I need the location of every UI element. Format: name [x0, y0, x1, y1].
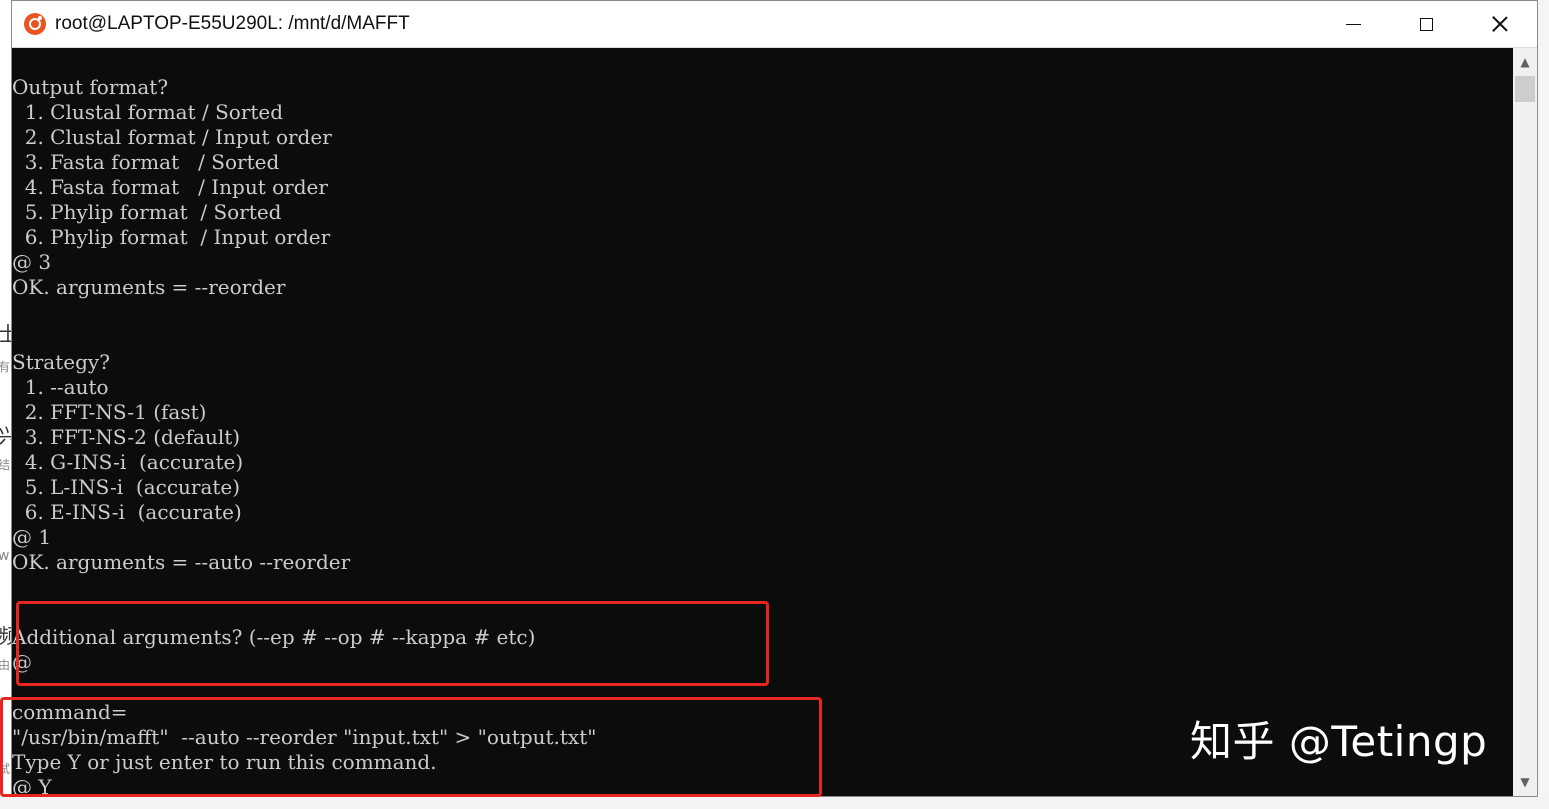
terminal-line: 2. Clustal format / Input order — [12, 125, 332, 149]
scrollbar-thumb[interactable] — [1515, 76, 1535, 102]
terminal-line: 3. FFT-NS-2 (default) — [12, 425, 241, 449]
minimize-button[interactable] — [1317, 1, 1390, 47]
background-left-strip: 士 有 兴 结 w 频 由 试 — [0, 0, 18, 809]
zhihu-watermark: 知乎 @Tetingp — [1190, 717, 1488, 766]
highlight-box-additional-arguments — [16, 601, 769, 686]
terminal-line: 5. Phylip format / Sorted — [12, 200, 282, 224]
scroll-down-arrow-icon[interactable]: ▼ — [1513, 770, 1537, 794]
terminal-line: 4. G-INS-i (accurate) — [12, 450, 244, 474]
maximize-button[interactable] — [1390, 1, 1463, 47]
background-bottom-strip — [0, 797, 1549, 809]
terminal-line: OK. arguments = --reorder — [12, 275, 286, 299]
highlight-box-command — [0, 697, 822, 797]
title-bar[interactable]: root@LAPTOP-E55U290L: /mnt/d/MAFFT — [12, 1, 1537, 48]
maximize-icon — [1420, 17, 1433, 31]
terminal-line: @ 1 — [12, 525, 52, 549]
terminal-line: 2. FFT-NS-1 (fast) — [12, 400, 207, 424]
terminal-line: 6. E-INS-i (accurate) — [12, 500, 242, 524]
terminal-line: 5. L-INS-i (accurate) — [12, 475, 241, 499]
close-icon — [1492, 16, 1508, 32]
background-glyph: 有 — [0, 360, 11, 374]
terminal-line: 6. Phylip format / Input order — [12, 225, 331, 249]
vertical-scrollbar[interactable]: ▲ ▼ — [1513, 48, 1537, 796]
minimize-icon — [1346, 23, 1361, 25]
terminal-line: OK. arguments = --auto --reorder — [12, 550, 351, 574]
terminal-line: Output format? — [12, 75, 169, 99]
terminal-line: Strategy? — [12, 350, 110, 374]
terminal-line: 3. Fasta format / Sorted — [12, 150, 280, 174]
background-right-strip — [1538, 0, 1549, 809]
terminal-line: @ 3 — [12, 250, 52, 274]
window-title: root@LAPTOP-E55U290L: /mnt/d/MAFFT — [55, 13, 410, 34]
scroll-up-arrow-icon[interactable]: ▲ — [1513, 50, 1537, 74]
terminal-line: 1. --auto — [12, 375, 109, 399]
close-button[interactable] — [1463, 1, 1536, 47]
ubuntu-icon — [24, 13, 46, 35]
background-glyph: 由 — [0, 658, 11, 672]
terminal-line: 1. Clustal format / Sorted — [12, 100, 284, 124]
background-glyph: 结 — [0, 458, 11, 472]
terminal-line: 4. Fasta format / Input order — [12, 175, 328, 199]
background-glyph: w — [0, 548, 10, 564]
terminal-output[interactable]: Output format? 1. Clustal format / Sorte… — [12, 75, 1502, 795]
